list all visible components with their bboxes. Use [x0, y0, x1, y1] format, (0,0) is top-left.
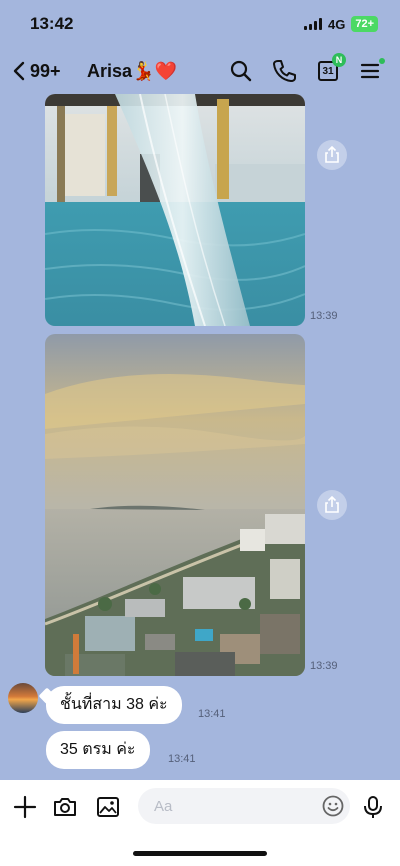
chevron-left-icon: [13, 61, 25, 81]
search-icon: [230, 60, 252, 82]
photo2-timestamp: 13:39: [310, 660, 338, 672]
status-bar: 13:42 4G 72+: [0, 0, 400, 50]
pool-photo: [45, 94, 305, 326]
microphone-icon: [364, 796, 382, 818]
message-input[interactable]: [138, 788, 350, 824]
image-icon: [97, 797, 119, 817]
chat-header: 99+ Arisa💃❤️ 31 N: [0, 50, 400, 94]
camera-icon: [54, 798, 76, 816]
share-icon: [325, 146, 339, 163]
back-button[interactable]: 99+: [12, 60, 61, 82]
photo1-timestamp: 13:39: [310, 310, 338, 322]
gallery-button[interactable]: [95, 794, 121, 820]
phone-icon: [273, 60, 296, 82]
plus-icon: [13, 795, 37, 819]
notification-dot: [379, 58, 385, 64]
search-button[interactable]: [228, 58, 254, 84]
status-indicators: 4G 72+: [303, 16, 378, 32]
battery-icon: 72+: [351, 16, 378, 32]
text-message[interactable]: 35 ตรม ค่ะ: [46, 731, 150, 769]
text1-timestamp: 13:41: [198, 708, 226, 720]
share-button[interactable]: [317, 490, 347, 520]
text2-timestamp: 13:41: [168, 753, 196, 765]
camera-button[interactable]: [52, 794, 78, 820]
new-badge: N: [332, 53, 346, 67]
share-button[interactable]: [317, 140, 347, 170]
signal-icon: [303, 18, 322, 30]
coast-photo: [45, 334, 305, 676]
smiley-icon: [322, 795, 344, 817]
voice-button[interactable]: [360, 794, 386, 820]
unread-count: 99+: [30, 60, 61, 81]
call-button[interactable]: [271, 58, 297, 84]
network-label: 4G: [327, 16, 346, 32]
status-time: 13:42: [30, 14, 74, 33]
text-message[interactable]: ชั้นที่สาม 38 ค่ะ: [46, 686, 182, 724]
photo-message-pool[interactable]: [45, 94, 305, 326]
sender-avatar[interactable]: [8, 683, 38, 713]
add-button[interactable]: [12, 794, 38, 820]
photo-message-coast[interactable]: [45, 334, 305, 676]
share-icon: [325, 496, 339, 513]
home-indicator[interactable]: [133, 851, 267, 856]
menu-button[interactable]: [359, 58, 385, 84]
chat-title[interactable]: Arisa💃❤️: [87, 61, 177, 82]
calendar-button[interactable]: 31 N: [315, 53, 346, 84]
emoji-button[interactable]: [321, 794, 347, 820]
